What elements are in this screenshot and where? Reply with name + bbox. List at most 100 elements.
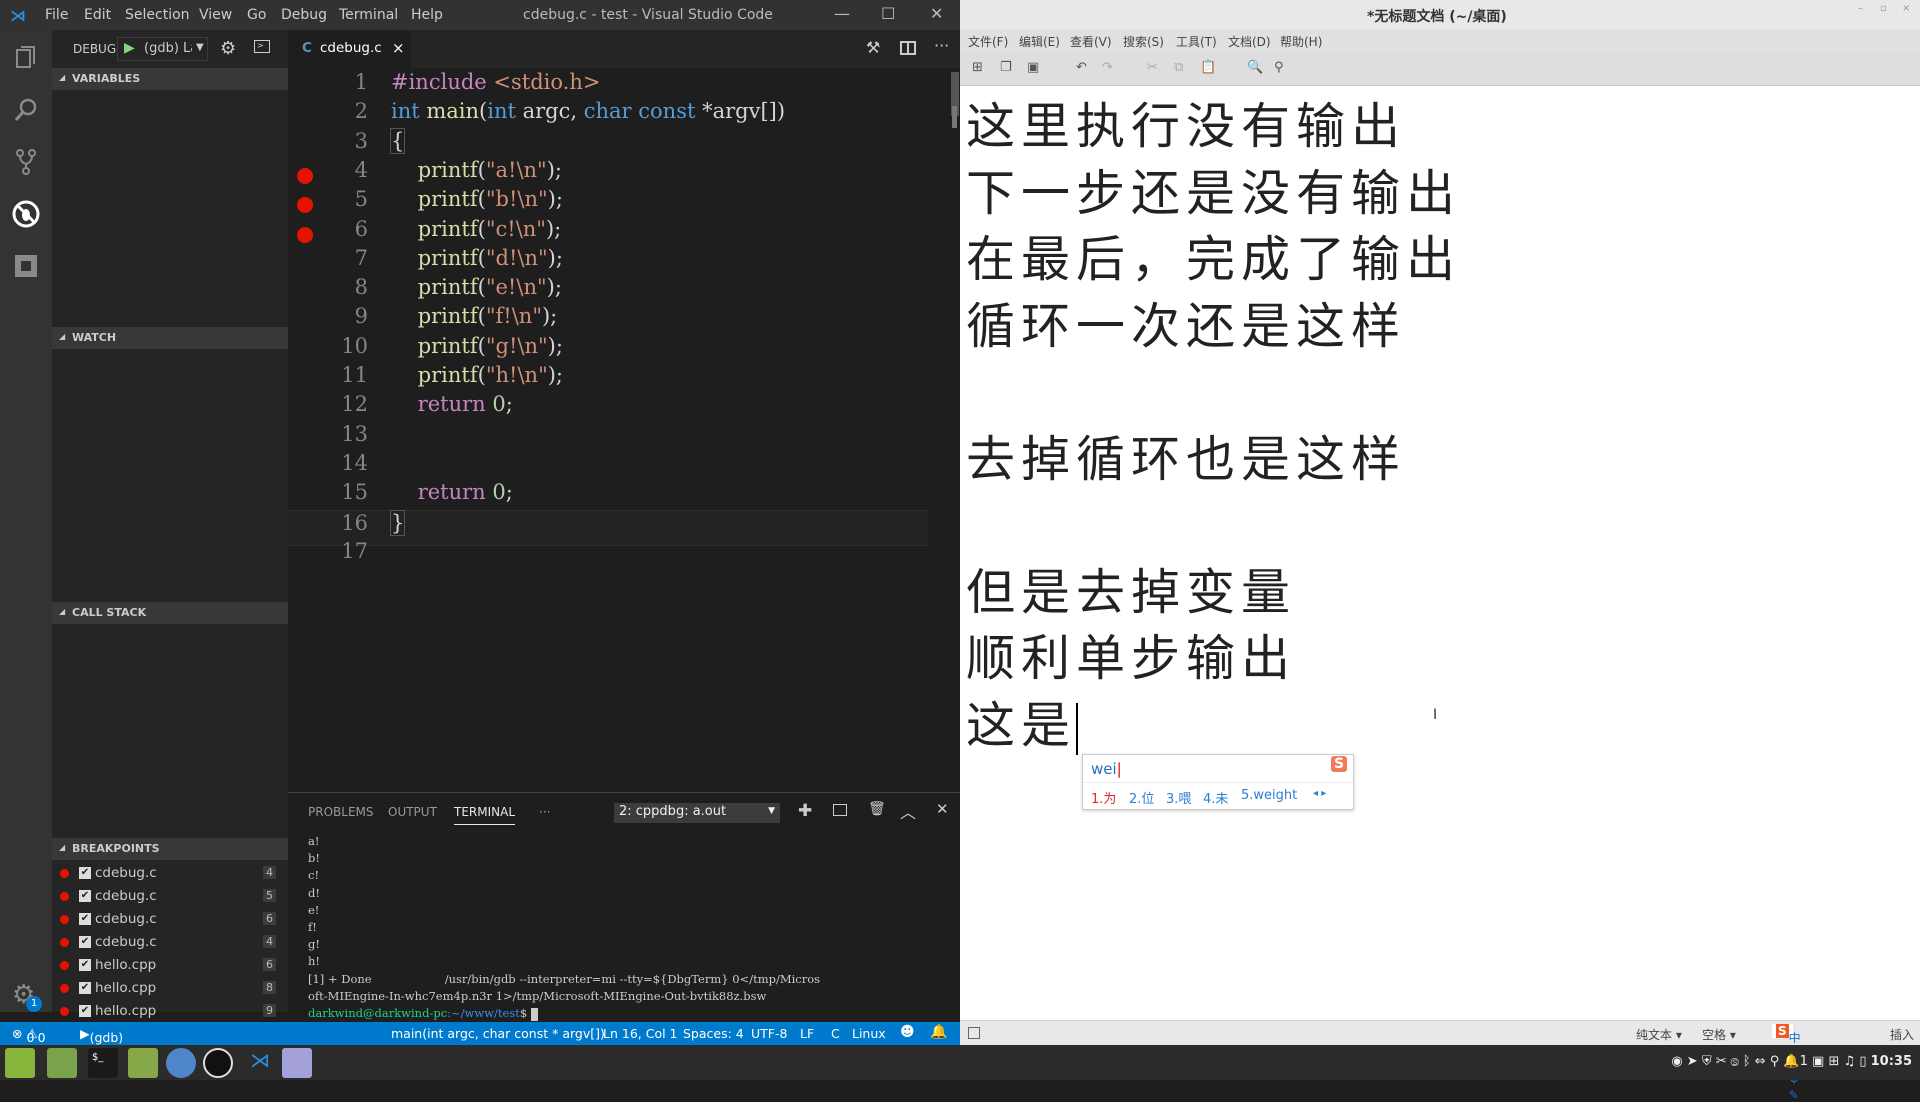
cursor-position[interactable]: Ln 16, Col 1 xyxy=(603,1026,678,1041)
menu-terminal[interactable]: Terminal xyxy=(339,7,398,23)
split-editor-icon[interactable] xyxy=(900,41,916,55)
breakpoint-item[interactable]: ✔ cdebug.c 4 xyxy=(52,931,288,954)
gedit-app-icon[interactable] xyxy=(282,1048,312,1078)
language-mode[interactable]: C xyxy=(831,1026,840,1041)
paste-icon[interactable]: 📋 xyxy=(1200,60,1216,75)
clock[interactable]: 10:35 xyxy=(1871,1054,1912,1069)
close-icon[interactable]: ✕ xyxy=(930,4,943,23)
network-icon[interactable]: ⊞ xyxy=(1828,1054,1839,1069)
source-control-icon[interactable] xyxy=(12,148,40,176)
debug-console-icon[interactable]: > xyxy=(254,40,270,53)
open-icon[interactable]: ❐ xyxy=(1000,60,1012,75)
menu-help[interactable]: Help xyxy=(411,7,443,23)
breakpoint-item[interactable]: ✔ cdebug.c 6 xyxy=(52,908,288,931)
platform[interactable]: Linux xyxy=(852,1026,886,1041)
menu-debug[interactable]: Debug xyxy=(281,7,327,23)
menu-help[interactable]: 帮助(H) xyxy=(1280,33,1322,50)
menu-view[interactable]: View xyxy=(199,7,232,23)
scissors-tray-icon[interactable]: ✂ xyxy=(1716,1054,1727,1069)
tab-terminal[interactable]: TERMINAL xyxy=(454,805,516,825)
ime-candidate[interactable]: 1.为 xyxy=(1091,788,1116,807)
ime-candidate[interactable]: 5.weight xyxy=(1241,788,1297,803)
problems-status[interactable]: ⊗ 0 ⚠ 0 xyxy=(12,1026,46,1045)
terminal-output[interactable]: a! b! c! d! e! f! g! h! [1] + Done /usr/bin/gdb … xyxy=(308,833,820,1022)
variables-section-header[interactable]: ◢ VARIABLES xyxy=(52,68,288,90)
tab-problems[interactable]: PROBLEMS xyxy=(308,805,374,819)
breakpoint-item[interactable]: ✔ cdebug.c 4 xyxy=(52,862,288,885)
indent-select[interactable]: 空格 ▾ xyxy=(1702,1026,1736,1043)
files-app-icon[interactable] xyxy=(128,1048,158,1078)
cut-icon[interactable]: ✂ xyxy=(1147,60,1158,75)
shield-tray-icon[interactable]: ⛨ xyxy=(1702,1054,1712,1069)
tab-output[interactable]: OUTPUT xyxy=(388,805,437,819)
notification-icon[interactable]: 🔔1 xyxy=(1783,1054,1807,1069)
breakpoint-checkbox[interactable]: ✔ xyxy=(79,867,91,879)
menu-document[interactable]: 文档(D) xyxy=(1228,33,1271,50)
watch-section-header[interactable]: ◢ WATCH xyxy=(52,327,288,349)
hammer-icon[interactable]: ⚒ xyxy=(866,38,880,57)
menu-file[interactable]: 文件(F) xyxy=(968,33,1008,50)
minimize-icon[interactable]: – xyxy=(1858,3,1863,14)
screenshot-icon[interactable]: ▣ xyxy=(1812,1054,1824,1069)
minimize-icon[interactable]: — xyxy=(834,4,850,23)
bluetooth-icon[interactable]: ᛒ xyxy=(1743,1054,1751,1069)
mint-menu-icon[interactable] xyxy=(5,1048,35,1078)
breakpoint-item[interactable]: ✔ hello.cpp 8 xyxy=(52,977,288,1000)
copy-icon[interactable]: ⧉ xyxy=(1174,60,1183,75)
maximize-icon[interactable]: ☐ xyxy=(881,4,895,23)
debug-icon[interactable] xyxy=(12,200,40,228)
battery-icon[interactable]: ▯ xyxy=(1859,1054,1866,1069)
tab-close-icon[interactable]: × xyxy=(392,39,405,57)
current-function[interactable]: main(int argc, char const * argv[]) xyxy=(391,1026,605,1041)
maximize-icon[interactable]: ▫ xyxy=(1880,3,1887,14)
breakpoint-checkbox[interactable]: ✔ xyxy=(79,936,91,948)
sound-icon[interactable]: ♫ xyxy=(1844,1054,1856,1069)
obs-tray-icon[interactable]: ◉ xyxy=(1671,1054,1682,1069)
panel-more-icon[interactable]: ··· xyxy=(539,805,550,819)
notifications-bell-icon[interactable]: 🔔 xyxy=(930,1024,947,1040)
terminal-select[interactable]: 2: cppdbg: a.out ▼ xyxy=(614,803,780,823)
start-debug-icon[interactable]: ▶ xyxy=(124,40,135,56)
breakpoint-checkbox[interactable]: ✔ xyxy=(79,1005,91,1017)
breakpoint-checkbox[interactable]: ✔ xyxy=(79,982,91,994)
ime-candidate[interactable]: 4.未 xyxy=(1203,788,1228,807)
split-terminal-icon[interactable] xyxy=(833,804,847,816)
more-actions-icon[interactable]: ··· xyxy=(934,36,949,55)
code-editor[interactable]: 1 #include <stdio.h> 2 int main(int argc, c… xyxy=(288,68,960,792)
undo-icon[interactable]: ↶ xyxy=(1076,60,1087,75)
save-icon[interactable]: ▣ xyxy=(1027,60,1039,75)
menu-view[interactable]: 查看(V) xyxy=(1070,33,1112,50)
menu-selection[interactable]: Selection xyxy=(125,7,190,23)
debug-settings-gear-icon[interactable]: ⚙ xyxy=(220,38,236,59)
menu-edit[interactable]: 编辑(E) xyxy=(1019,33,1060,50)
find-replace-icon[interactable]: ⚲ xyxy=(1274,60,1284,75)
menu-search[interactable]: 搜索(S) xyxy=(1123,33,1164,50)
location-icon[interactable]: ⚲ xyxy=(1770,1054,1780,1069)
ime-candidate[interactable]: 2.位 xyxy=(1129,788,1154,807)
telegram-tray-icon[interactable]: ➤ xyxy=(1687,1054,1698,1069)
breakpoint-checkbox[interactable]: ✔ xyxy=(79,913,91,925)
obs-app-icon[interactable] xyxy=(203,1048,233,1078)
breakpoint-item[interactable]: ✔ cdebug.c 5 xyxy=(52,885,288,908)
breakpoint-item[interactable]: ✔ hello.cpp 9 xyxy=(52,1000,288,1023)
search-icon[interactable] xyxy=(12,96,40,124)
show-desktop-icon[interactable] xyxy=(47,1048,77,1078)
menu-edit[interactable]: Edit xyxy=(84,7,111,23)
ime-page-arrows-icon[interactable]: ◂ ▸ xyxy=(1313,788,1326,799)
breakpoint-checkbox[interactable]: ✔ xyxy=(79,959,91,971)
sogou-tray-icon[interactable]: Ⓢ xyxy=(1731,1054,1739,1069)
close-panel-icon[interactable]: ✕ xyxy=(936,800,949,818)
teamviewer-icon[interactable]: ⇔ xyxy=(1755,1054,1766,1069)
menu-tools[interactable]: 工具(T) xyxy=(1176,33,1217,50)
sidepanel-toggle-icon[interactable] xyxy=(968,1027,980,1039)
indentation[interactable]: Spaces: 4 xyxy=(683,1026,744,1041)
new-document-icon[interactable]: ⊞ xyxy=(972,60,983,75)
launch-config-select[interactable]: ▶ (gdb) La ▼ xyxy=(117,37,208,61)
ime-toolbar[interactable]: S 中 ☽ °, ⚘ ✎ xyxy=(1772,1024,1801,1102)
debug-launch-status[interactable]: ▶ (gdb) Launch (test) xyxy=(80,1026,135,1075)
encoding[interactable]: UTF-8 xyxy=(751,1026,787,1041)
breakpoints-section-header[interactable]: ◢ BREAKPOINTS xyxy=(52,838,288,860)
trash-icon[interactable]: 🗑 xyxy=(868,801,886,817)
menu-go[interactable]: Go xyxy=(247,7,266,23)
code-line[interactable]: 17 xyxy=(288,539,928,575)
